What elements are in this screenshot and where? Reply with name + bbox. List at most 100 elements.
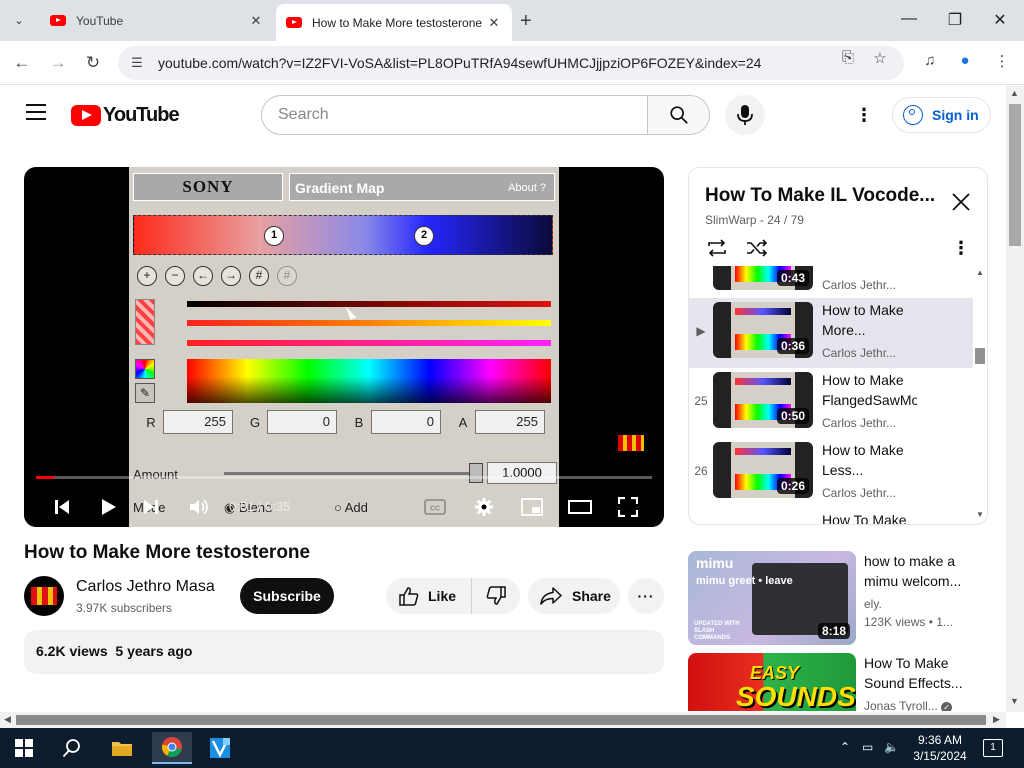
play-button[interactable] (94, 493, 122, 521)
like-dislike-group: Like (386, 578, 520, 614)
scroll-up-icon[interactable]: ▲ (976, 268, 984, 277)
scroll-right-icon[interactable]: ▶ (993, 714, 1000, 725)
channel-name[interactable]: Carlos Jethro Masa (76, 578, 215, 596)
playlist-scrollbar[interactable]: ▲ ▼ (973, 266, 987, 519)
channel-watermark[interactable] (618, 435, 644, 451)
playlist-items: 0:43 Carlos Jethr... ▶ 0:36 How to Make … (689, 266, 979, 524)
file-explorer-button[interactable] (102, 732, 142, 764)
subscribe-button[interactable]: Subscribe (240, 578, 334, 614)
profile-icon[interactable]: ● (954, 52, 976, 69)
playlist-title[interactable]: How To Make IL Vocode... (705, 185, 935, 207)
progress-bar[interactable] (36, 476, 652, 479)
player-controls: 0:01 / 0:35 CC (24, 487, 664, 527)
arrow-right-icon: → (221, 266, 241, 286)
show-hidden-icons[interactable]: ⌃ (840, 740, 850, 754)
list-item[interactable]: 0:43 Carlos Jethr... (689, 266, 973, 300)
settings-button[interactable] (470, 493, 498, 521)
palette-icon (135, 359, 155, 379)
loop-button[interactable] (705, 236, 729, 260)
recommended-video[interactable]: mimu mimu greet • leave UPDATED WITH SLAS… (688, 551, 988, 645)
install-app-icon[interactable]: ⎘ (838, 49, 858, 66)
skip-next-icon (144, 500, 158, 514)
omnibox[interactable]: ☰ youtube.com/watch?v=IZ2FVI-VoSA&list=P… (118, 46, 904, 80)
video-player[interactable]: SONY Gradient Map About ? 1 2 + − ← → # … (24, 167, 664, 527)
miniplayer-button[interactable] (518, 493, 546, 521)
more-actions-button[interactable]: ··· (628, 578, 664, 614)
reload-button[interactable]: ↻ (82, 52, 104, 74)
restore-button[interactable]: ❐ (945, 10, 965, 30)
app-taskbar-button[interactable] (200, 732, 240, 764)
settings-more-icon[interactable]: ⋮ (852, 104, 876, 126)
tab-close-icon[interactable]: ✕ (248, 13, 264, 29)
voice-search-button[interactable] (725, 95, 765, 135)
chrome-taskbar-button[interactable] (152, 732, 192, 764)
horizontal-scroll-thumb[interactable] (16, 715, 986, 725)
shuffle-button[interactable] (745, 236, 769, 260)
recommended-video[interactable]: EASY SOUNDS How To Make Sound Effects...… (688, 653, 988, 711)
tab-close-icon[interactable]: ✕ (486, 15, 502, 31)
subtitles-button[interactable]: CC (421, 493, 449, 521)
gradient-stop: 1 (264, 226, 284, 246)
start-button[interactable] (4, 732, 44, 764)
like-button[interactable]: Like (386, 578, 472, 614)
tab-youtube[interactable]: YouTube ✕ (40, 0, 274, 41)
theater-mode-button[interactable] (566, 493, 594, 521)
minimize-button[interactable]: — (899, 10, 919, 28)
fullscreen-button[interactable] (614, 493, 642, 521)
network-icon[interactable]: ▭ (862, 740, 873, 754)
video-thumbnail: mimu mimu greet • leave UPDATED WITH SLAS… (688, 551, 856, 645)
tab-current-video[interactable]: How to Make More testosterone ✕ (276, 4, 512, 41)
channel-avatar[interactable] (24, 576, 64, 616)
theater-mode-icon (568, 500, 592, 514)
system-clock[interactable]: 9:36 AM 3/15/2024 (905, 732, 975, 764)
url-text[interactable]: youtube.com/watch?v=IZ2FVI-VoSA&list=PL8… (158, 55, 904, 71)
list-item[interactable]: 26 0:26 How to Make Less... Carlos Jethr… (689, 438, 973, 508)
forward-button[interactable]: → (47, 52, 69, 74)
mute-button[interactable] (185, 493, 213, 521)
scroll-down-icon[interactable]: ▼ (1010, 696, 1019, 706)
windows-taskbar: ⌃ ▭ 🔈 9:36 AM 3/15/2024 1 (0, 728, 1024, 768)
notification-center-icon[interactable]: 1 (983, 739, 1003, 757)
sign-in-button[interactable]: Sign in (892, 97, 991, 133)
dislike-button[interactable] (472, 578, 520, 614)
page-scroll-thumb[interactable] (1009, 104, 1021, 246)
scroll-left-icon[interactable]: ◀ (4, 714, 11, 725)
list-item[interactable]: 25 0:50 How to Make FlangedSawMo Carlos J… (689, 368, 973, 438)
playlist-scroll-thumb[interactable] (975, 348, 985, 364)
volume-icon (190, 499, 208, 515)
page-vertical-scrollbar[interactable]: ▲ ▼ (1006, 86, 1024, 712)
site-info-icon[interactable]: ☰ (128, 55, 146, 71)
new-tab-button[interactable]: + (520, 10, 532, 33)
media-control-icon[interactable]: ♫ (919, 52, 941, 69)
scroll-down-icon[interactable]: ▼ (976, 510, 984, 519)
bookmark-star-icon[interactable]: ☆ (870, 49, 890, 67)
view-count: 6.2K views (36, 643, 108, 659)
search-input[interactable] (261, 95, 647, 135)
next-button[interactable] (137, 493, 165, 521)
playlist-more-icon[interactable]: ⋮ (949, 236, 973, 260)
volume-muted-icon[interactable]: 🔈 (884, 740, 899, 754)
description-box[interactable]: 6.2K views 5 years ago (24, 630, 664, 674)
list-item[interactable]: How To Make (689, 508, 973, 524)
youtube-logo[interactable]: YouTube (71, 104, 180, 127)
page-horizontal-scrollbar[interactable]: ◀ ▶ (0, 712, 1006, 728)
eyedropper-icon: ✎ (135, 383, 155, 403)
search-icon (62, 739, 80, 758)
close-window-button[interactable]: ✕ (990, 10, 1010, 30)
back-button[interactable]: ← (11, 52, 33, 74)
browser-menu-icon[interactable]: ⋮ (991, 52, 1013, 70)
list-item-active[interactable]: ▶ 0:36 How to Make More... Carlos Jethr.… (689, 298, 973, 368)
taskbar-search-button[interactable] (52, 732, 92, 764)
folder-icon (112, 742, 132, 756)
scroll-up-icon[interactable]: ▲ (1010, 88, 1019, 98)
share-button[interactable]: Share (528, 578, 620, 614)
previous-button[interactable] (48, 493, 76, 521)
item-index: 26 (694, 464, 708, 478)
fullscreen-icon (618, 497, 638, 517)
microphone-icon (737, 105, 753, 125)
tab-search-button[interactable]: ⌄ (6, 8, 32, 32)
guide-menu-icon[interactable] (26, 104, 46, 120)
close-playlist-icon[interactable] (949, 192, 973, 216)
add-icon: + (137, 266, 157, 286)
search-button[interactable] (647, 95, 710, 135)
